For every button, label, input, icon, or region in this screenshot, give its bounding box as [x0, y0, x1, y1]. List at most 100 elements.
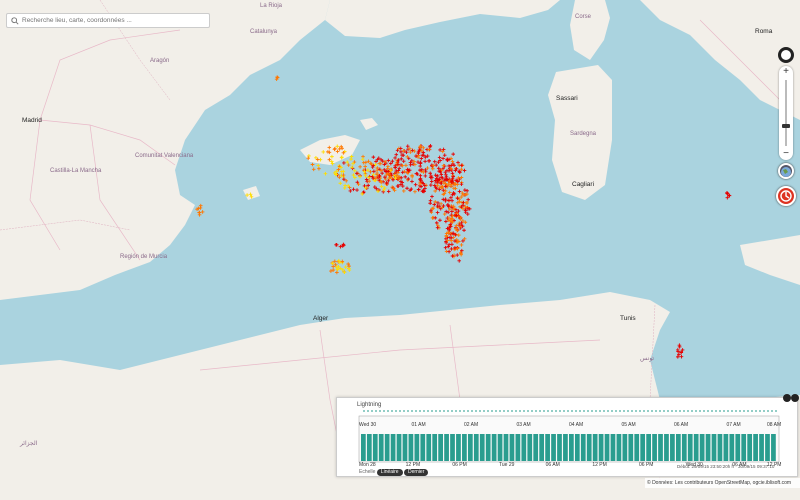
axis-tick-label: 06 AM: [674, 422, 688, 428]
timeline-bar: [551, 434, 556, 461]
timeline-bar: [515, 434, 521, 461]
timeline-bar: [426, 434, 432, 461]
timeline-bar: [705, 434, 711, 461]
axis-tick-label: 08 AM: [767, 422, 781, 428]
timeline-bar: [408, 434, 414, 461]
label-tunisie: تونس: [640, 355, 654, 362]
label-castilla: Castilla-La Mancha: [50, 168, 102, 174]
timeline-bar: [735, 434, 741, 461]
label-alger: Alger: [313, 315, 329, 322]
timeline-bar: [753, 434, 758, 461]
timeline-bar: [557, 434, 562, 461]
timeline-bar: [539, 434, 545, 461]
timeline-bar: [569, 434, 574, 461]
timeline-bar: [390, 434, 396, 461]
timeline-bar: [372, 434, 378, 461]
search-bar[interactable]: [6, 13, 210, 28]
timeline-bar: [384, 434, 390, 461]
axis-tick-label: Tue 29: [499, 462, 515, 468]
label-la-rioja: La Rioja: [260, 3, 283, 9]
timeline-bar: [533, 434, 539, 461]
label-tunis: Tunis: [620, 315, 636, 322]
compass-button[interactable]: [778, 47, 794, 63]
label-algerie: الجزائر: [19, 440, 38, 447]
timeline-bar: [450, 434, 455, 461]
timeline-bar: [420, 434, 426, 461]
timeline-bar: [598, 434, 604, 461]
axis-tick-label: 05 AM: [622, 422, 636, 428]
timeline-bar: [545, 434, 550, 461]
timeline-bar: [699, 434, 705, 461]
timeline-bar: [658, 434, 663, 461]
timeline-bar: [485, 434, 491, 461]
timeline-bar: [634, 434, 640, 461]
axis-tick-label: 06 PM: [452, 462, 466, 468]
period-text: Début: 29/09/15 23:50:20h h · 30/09/15 0…: [677, 464, 775, 469]
search-icon: [11, 16, 19, 25]
timeline-bar: [574, 434, 580, 461]
last-button[interactable]: Dernier: [403, 469, 429, 476]
timeline-bar: [681, 434, 687, 461]
timeline-bar: [497, 434, 503, 461]
timeline-bar: [664, 434, 669, 461]
zoom-slider-handle[interactable]: [782, 124, 790, 128]
timeline-bar: [509, 434, 515, 461]
timeline-bar: [432, 434, 438, 461]
timeline-bar: [414, 434, 420, 461]
label-madrid: Madrid: [22, 117, 42, 124]
label-catalunya: Catalunya: [250, 29, 278, 35]
axis-tick-label: 01 AM: [412, 422, 426, 428]
timeline-bar: [670, 434, 675, 461]
label-murcia: Región de Murcia: [120, 254, 168, 260]
timeline-bar: [640, 434, 646, 461]
timeline-bar: [765, 434, 770, 461]
timeline-bar: [628, 434, 634, 461]
timeline-bar: [759, 434, 764, 461]
globe-icon: [781, 167, 791, 177]
timeline-bar: [473, 434, 479, 461]
axis-tick-label: 12 PM: [406, 462, 420, 468]
timeline-bar: [361, 434, 366, 461]
zoom-in-button[interactable]: +: [779, 66, 793, 78]
timeline-bar: [402, 434, 408, 461]
axis-tick-label: 02 AM: [464, 422, 478, 428]
axis-tick-label: 03 AM: [517, 422, 531, 428]
timeline-bar: [610, 434, 616, 461]
label-comunitat: Comunitat Valenciana: [135, 153, 194, 159]
linear-scale-button[interactable]: Linéaire: [376, 469, 403, 476]
label-aragon: Aragón: [150, 58, 169, 64]
timeline-bar: [479, 434, 485, 461]
zoom-slider-track[interactable]: [785, 80, 787, 146]
map-attribution[interactable]: © Données: Les contributeurs OpenStreetM…: [645, 478, 800, 488]
axis-tick-label: 12 PM: [592, 462, 606, 468]
axis-tick-label: Mon 28: [359, 462, 376, 468]
timeline-bar: [675, 434, 681, 461]
axis-tick-label: 04 AM: [569, 422, 583, 428]
timeline-bar: [444, 434, 449, 461]
timeline-bar: [592, 434, 598, 461]
timeline-bar: [456, 434, 461, 461]
timeline-bar: [396, 434, 402, 461]
timeline-bar: [717, 434, 723, 461]
timeline-bar: [438, 434, 443, 461]
timeline-bar: [652, 434, 657, 461]
timeline-bar: [693, 434, 699, 461]
timeline-bar: [723, 434, 729, 461]
axis-tick-label: 06 PM: [639, 462, 653, 468]
zoom-control[interactable]: + −: [779, 66, 793, 160]
timeline-bar: [747, 434, 753, 461]
timeline-bar: [711, 434, 717, 461]
timeline-bar: [378, 434, 384, 461]
timeline-bar: [646, 434, 651, 461]
timeline-bar: [616, 434, 622, 461]
timeline-bar: [503, 434, 509, 461]
globe-layer-button[interactable]: [778, 163, 794, 179]
zoom-out-button[interactable]: −: [779, 148, 793, 160]
timeline-bar: [771, 434, 776, 461]
timeline-bar: [491, 434, 497, 461]
lightning-layer-button[interactable]: [776, 186, 796, 206]
label-corse: Corse: [575, 14, 592, 20]
lightning-timeline-panel: Lightning Wed 30 01 AM 02 AM 03 AM 04 AM 05 A…: [336, 394, 799, 477]
search-input[interactable]: [22, 17, 202, 24]
timeline-bar: [563, 434, 568, 461]
